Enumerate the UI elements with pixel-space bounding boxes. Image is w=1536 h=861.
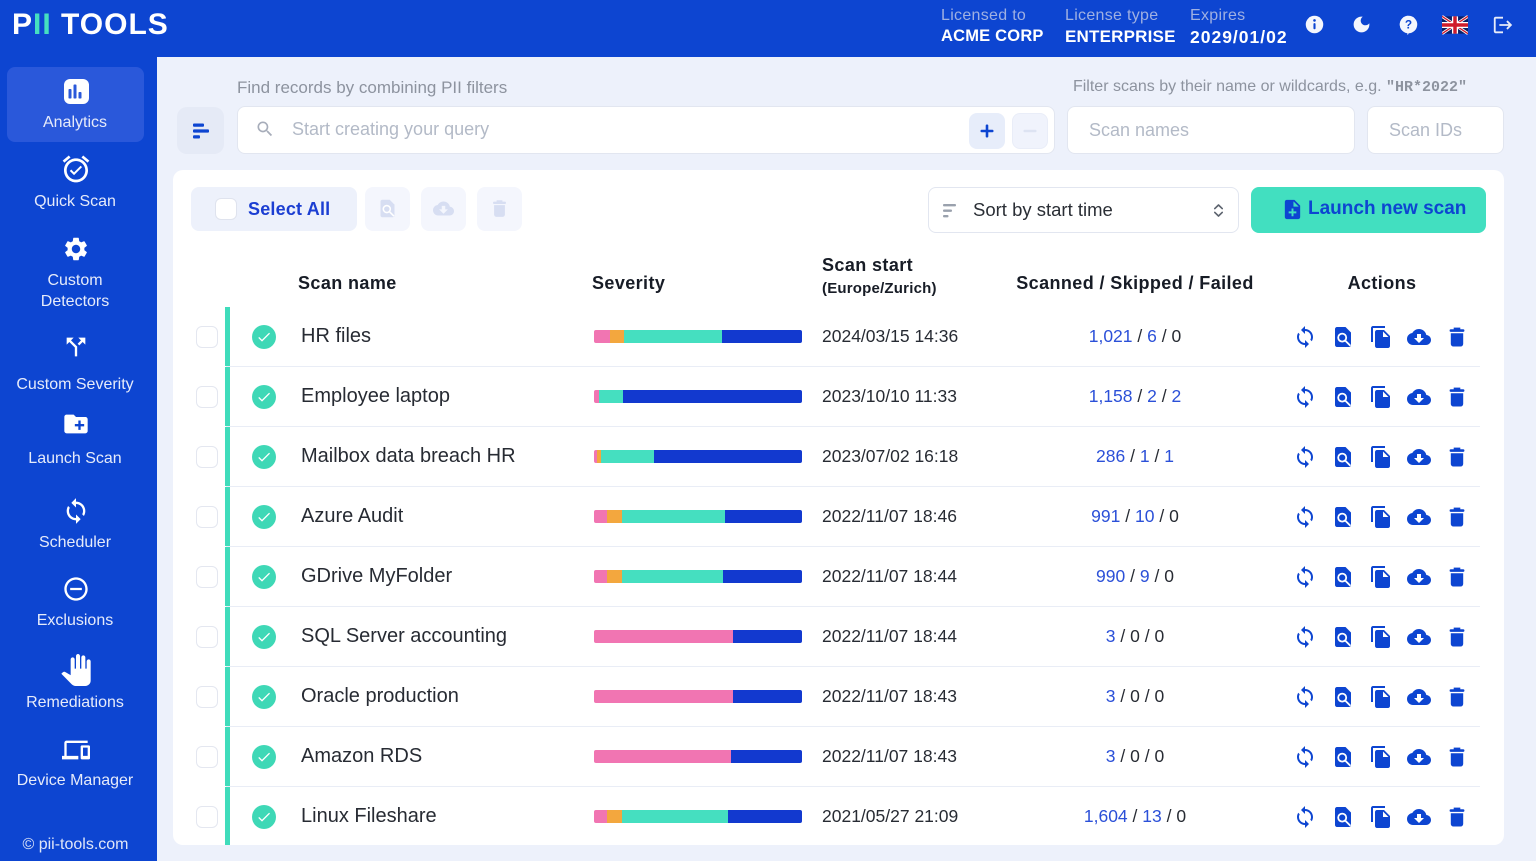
svg-text:?: ? bbox=[1405, 18, 1412, 32]
